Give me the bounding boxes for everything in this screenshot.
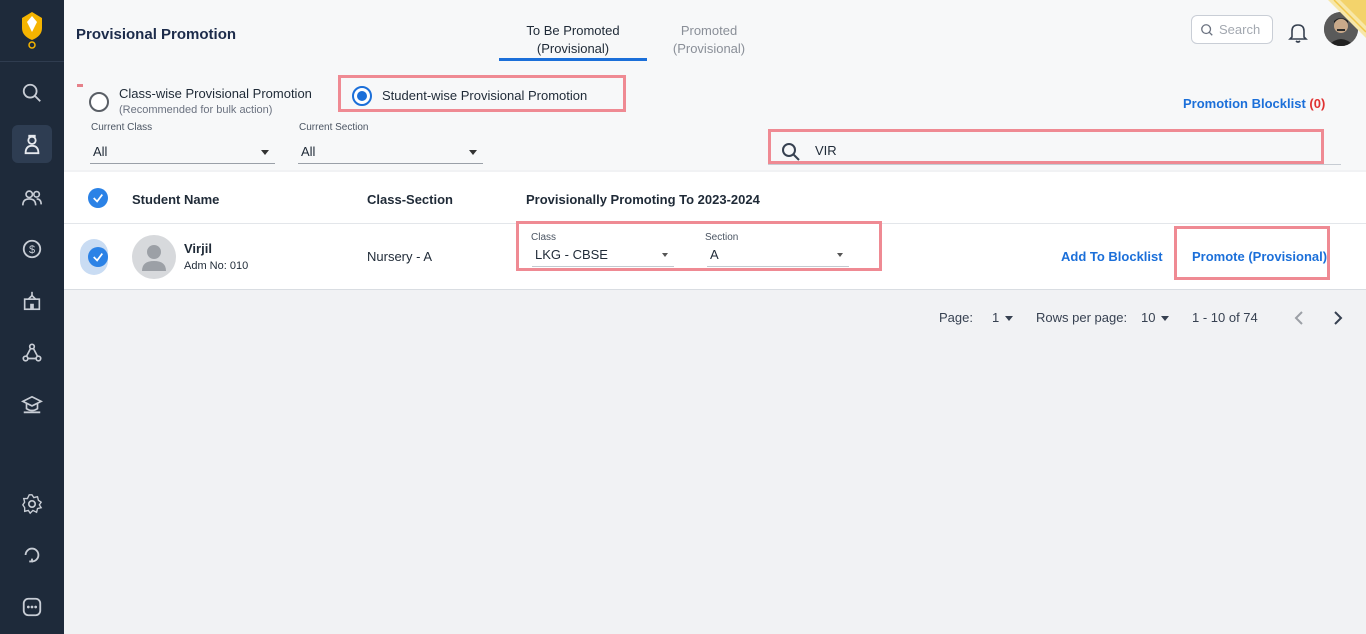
svg-text:$: $ (29, 244, 35, 256)
tab-label-line1: To Be Promoted (526, 23, 620, 38)
global-search-input[interactable]: Search (1191, 15, 1273, 44)
academics-icon[interactable] (17, 390, 47, 420)
sidebar: $ (0, 0, 64, 634)
tab-to-be-promoted[interactable]: To Be Promoted (Provisional) (499, 22, 647, 58)
tab-label-line1: Promoted (680, 23, 738, 38)
prev-page-icon[interactable] (1291, 309, 1307, 327)
promote-provisional-button[interactable]: Promote (Provisional) (1192, 249, 1327, 264)
promote-class-value: LKG - CBSE (535, 247, 608, 262)
school-icon[interactable] (17, 286, 47, 316)
top-bar: Provisional Promotion To Be Promoted (Pr… (64, 0, 1366, 70)
classwise-sublabel: (Recommended for bulk action) (119, 104, 273, 116)
current-section-label: Current Section (299, 122, 369, 133)
active-tab-indicator (499, 58, 647, 61)
table-header: Student Name Class-Section Provisionally… (64, 172, 1366, 224)
studentwise-radio[interactable] (352, 86, 372, 106)
next-page-icon[interactable] (1330, 309, 1346, 327)
rows-per-page-value: 10 (1141, 310, 1156, 325)
search-icon[interactable] (17, 78, 47, 108)
chevron-down-icon (837, 253, 843, 257)
main-content: Provisional Promotion To Be Promoted (Pr… (64, 0, 1366, 634)
studentwise-label: Student-wise Provisional Promotion (382, 88, 588, 103)
rows-per-page-select[interactable]: 10 (1141, 310, 1170, 325)
current-section-select[interactable]: All (298, 140, 483, 164)
app-logo[interactable] (18, 10, 46, 50)
header-promoting-to: Provisionally Promoting To 2023-2024 (526, 192, 760, 207)
classwise-label: Class-wise Provisional Promotion (119, 86, 312, 101)
current-class-label: Current Class (91, 122, 153, 133)
rows-per-page-label: Rows per page: (1036, 310, 1128, 325)
table-row: Virjil Adm No: 010 Nursery - A Class LKG… (64, 221, 1366, 290)
filter-panel: Class-wise Provisional Promotion (Recomm… (64, 70, 1366, 170)
promote-section-label: Section (705, 232, 739, 243)
network-icon[interactable] (17, 338, 47, 368)
promote-class-select[interactable]: LKG - CBSE (532, 245, 674, 267)
promote-to-highlight: Class LKG - CBSE Section A (516, 221, 882, 271)
chevron-down-icon (261, 150, 269, 155)
page-range: 1 - 10 of 74 (1192, 310, 1258, 325)
student-search-highlight (768, 129, 1324, 164)
header-class-section: Class-Section (367, 192, 453, 207)
marker (77, 84, 83, 87)
search-placeholder: Search (1219, 22, 1261, 37)
chevron-down-icon (1161, 316, 1170, 322)
student-avatar (132, 235, 176, 279)
select-all-checkbox[interactable] (88, 188, 108, 208)
blocklist-label: Promotion Blocklist (1183, 96, 1306, 111)
settings-icon[interactable] (17, 489, 47, 519)
classwise-radio[interactable] (89, 92, 109, 112)
refresh-icon[interactable] (17, 540, 47, 570)
page-label: Page: (939, 310, 973, 325)
blocklist-count: (0) (1309, 96, 1326, 111)
header-student-name: Student Name (132, 192, 220, 207)
corner-decoration (1318, 0, 1366, 48)
tab-promoted[interactable]: Promoted (Provisional) (639, 22, 779, 58)
sidebar-divider (0, 61, 64, 62)
tab-label-line2: (Provisional) (672, 41, 746, 56)
promote-section-value: A (710, 247, 719, 262)
row-checkbox[interactable] (88, 247, 108, 267)
current-class-value: All (93, 144, 108, 159)
chevron-down-icon (662, 253, 668, 257)
promote-class-label: Class (531, 232, 557, 243)
student-search-input[interactable]: VIR (815, 143, 837, 158)
current-section-value: All (301, 144, 316, 159)
student-class-section: Nursery - A (367, 249, 433, 264)
search-icon (1201, 23, 1213, 36)
chevron-down-icon (1005, 316, 1014, 322)
student-adm-no: Adm No: 010 (184, 260, 249, 272)
page-select[interactable]: 1 (992, 310, 1014, 325)
student-name: Virjil (184, 241, 212, 256)
current-class-select[interactable]: All (90, 140, 275, 164)
student-icon[interactable] (12, 125, 52, 163)
people-icon[interactable] (17, 183, 47, 213)
tab-label-line2: (Provisional) (536, 41, 610, 56)
promote-section-select[interactable]: A (707, 245, 849, 267)
add-to-blocklist-button[interactable]: Add To Blocklist (1061, 249, 1163, 264)
promotion-blocklist-link[interactable]: Promotion Blocklist (0) (1183, 96, 1325, 111)
page-value: 1 (992, 310, 1000, 325)
fees-icon[interactable]: $ (17, 234, 47, 264)
chevron-down-icon (469, 150, 477, 155)
bell-icon[interactable] (1286, 20, 1310, 44)
search-icon (780, 141, 802, 163)
more-icon[interactable] (17, 592, 47, 622)
page-title: Provisional Promotion (76, 26, 237, 43)
student-search-underline (768, 164, 1341, 165)
